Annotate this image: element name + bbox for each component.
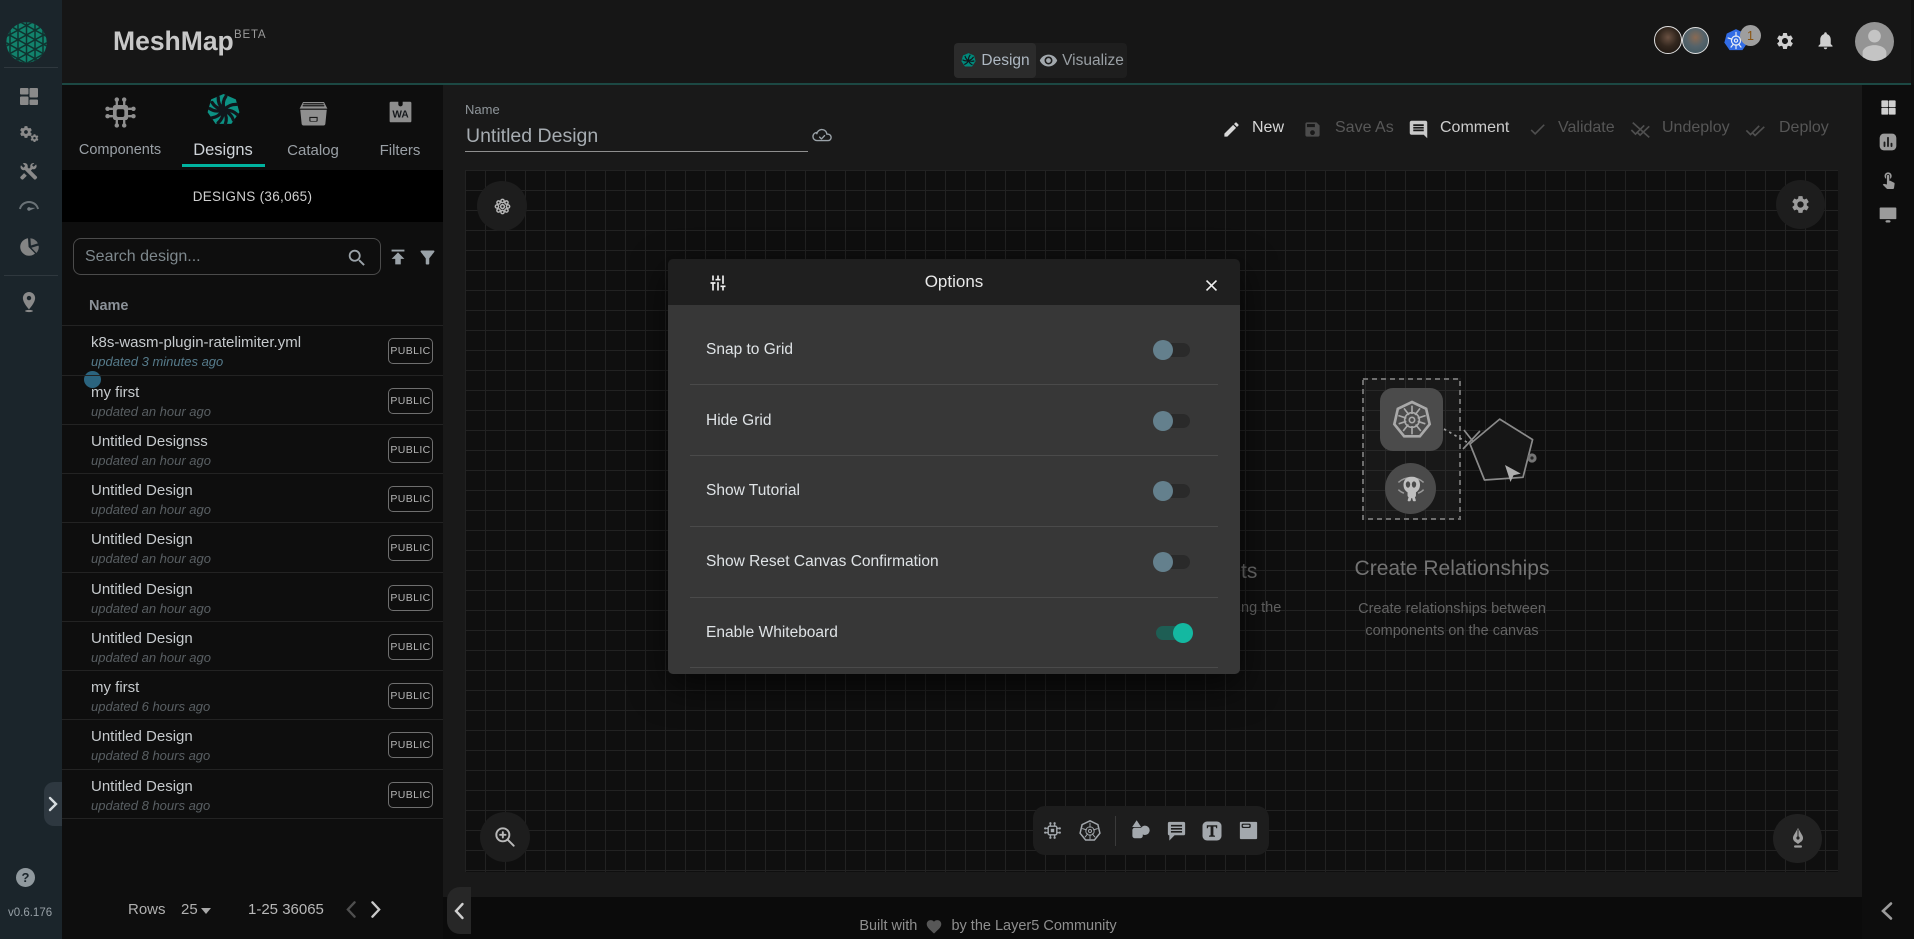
- svg-text:WA: WA: [392, 109, 409, 120]
